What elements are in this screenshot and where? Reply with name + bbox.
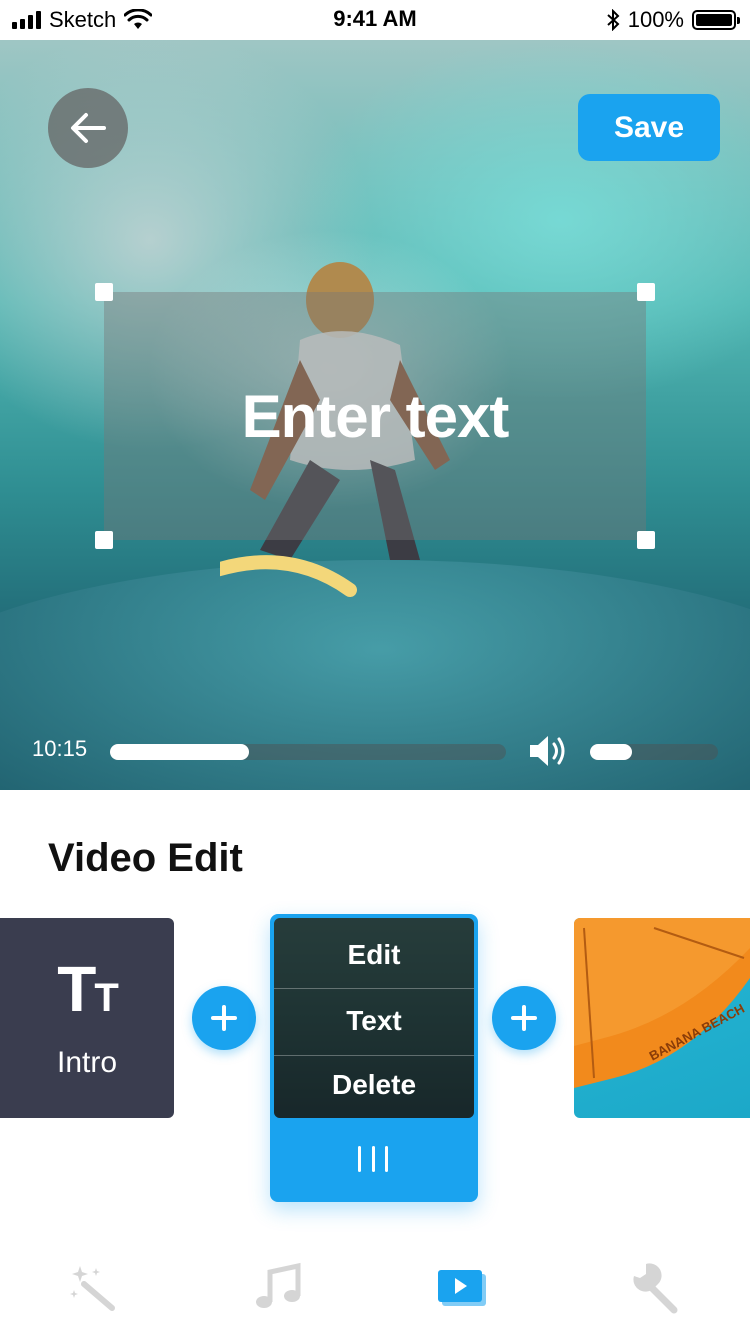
- clip-intro-label: Intro: [56, 1045, 118, 1079]
- section-title: Video Edit: [48, 836, 243, 880]
- text-format-icon: TT: [57, 952, 119, 1025]
- resize-handle-bottom-left[interactable]: [95, 531, 113, 549]
- playback-progress-fill: [110, 744, 249, 760]
- magic-wand-icon[interactable]: [66, 1262, 118, 1314]
- resize-handle-top-left[interactable]: [95, 283, 113, 301]
- add-clip-button[interactable]: [192, 986, 256, 1050]
- clip-thumbnail: Edit Text Delete: [274, 918, 474, 1118]
- save-button[interactable]: Save: [578, 94, 720, 161]
- music-note-icon[interactable]: [252, 1262, 304, 1314]
- current-time: 10:15: [32, 736, 88, 761]
- volume-slider[interactable]: [590, 744, 718, 760]
- playback-progress-bar[interactable]: [110, 744, 506, 760]
- arrow-left-icon: [71, 113, 106, 143]
- plus-icon: [511, 1005, 537, 1031]
- status-bar: Sketch 9:41 AM 100%: [0, 0, 750, 40]
- menu-text[interactable]: Text: [274, 988, 474, 1054]
- battery-icon: [692, 10, 740, 30]
- status-right: 100%: [606, 6, 740, 34]
- add-clip-button[interactable]: [492, 986, 556, 1050]
- plus-icon: [211, 1005, 237, 1031]
- text-overlay[interactable]: Enter text: [242, 382, 510, 451]
- wrench-icon[interactable]: [630, 1262, 682, 1314]
- menu-delete[interactable]: Delete: [274, 1052, 474, 1118]
- umbrella-image: BANANA BEACH: [574, 918, 750, 1088]
- tab-bar: [0, 1240, 750, 1334]
- resize-handle-top-right[interactable]: [637, 283, 655, 301]
- back-button[interactable]: [48, 88, 128, 168]
- resize-handle-bottom-right[interactable]: [637, 531, 655, 549]
- battery-percent: 100%: [627, 7, 684, 32]
- video-preview[interactable]: Save Enter text 10:15: [0, 40, 750, 790]
- clip-intro[interactable]: TT Intro: [0, 918, 174, 1118]
- volume-fill: [590, 744, 633, 760]
- clip-selected[interactable]: Edit Text Delete: [270, 914, 478, 1202]
- video-play-icon[interactable]: [436, 1262, 488, 1314]
- bluetooth-icon: [607, 9, 620, 31]
- drag-handle-icon[interactable]: [358, 1146, 388, 1172]
- menu-edit[interactable]: Edit: [274, 922, 474, 988]
- volume-icon[interactable]: [528, 732, 568, 770]
- clip-beach[interactable]: BANANA BEACH: [574, 918, 750, 1118]
- text-overlay-box[interactable]: Enter text: [95, 283, 655, 549]
